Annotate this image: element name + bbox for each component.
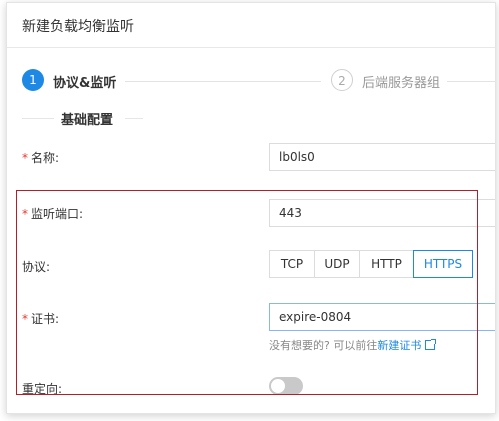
- protocol-option-udp[interactable]: UDP: [314, 250, 360, 278]
- redirect-label: 重定向:: [22, 382, 63, 396]
- certificate-hint: 没有想要的? 可以前往新建证书: [269, 337, 437, 353]
- name-input[interactable]: lb0ls0: [269, 143, 495, 171]
- create-listener-dialog: 新建负载均衡监听 1 协议&监听 2 后端服务器组 基础配置 * 名称: lb0l…: [6, 2, 496, 414]
- step-2-label[interactable]: 后端服务器组: [362, 72, 440, 91]
- dialog-header: 新建负载均衡监听: [7, 3, 495, 48]
- step-1-label: 协议&监听: [53, 76, 117, 91]
- redirect-toggle[interactable]: [269, 377, 303, 395]
- create-certificate-link[interactable]: 新建证书: [377, 339, 421, 352]
- external-link-icon[interactable]: [425, 339, 437, 350]
- protocol-option-tcp[interactable]: TCP: [269, 250, 315, 278]
- required-mark: *: [22, 312, 28, 326]
- step-2-indicator[interactable]: 2: [331, 69, 353, 91]
- required-mark: *: [22, 207, 28, 221]
- toggle-knob: [271, 379, 285, 393]
- dialog-title: 新建负载均衡监听: [22, 19, 134, 35]
- port-label: * 监听端口:: [22, 207, 84, 221]
- section-title: 基础配置: [61, 113, 114, 128]
- protocol-option-https[interactable]: HTTPS: [413, 250, 473, 278]
- step-1-indicator: 1: [22, 69, 44, 91]
- port-input[interactable]: 443: [269, 199, 495, 227]
- required-mark: *: [22, 151, 28, 165]
- section-divider-left: [22, 118, 54, 119]
- section-divider-right: [125, 118, 143, 119]
- protocol-selector: TCP UDP HTTP HTTPS: [269, 250, 473, 278]
- certificate-select[interactable]: expire-0804: [269, 303, 495, 331]
- step-connector-end: [447, 81, 495, 82]
- protocol-label: 协议:: [22, 260, 51, 274]
- certificate-label: * 证书:: [22, 312, 60, 326]
- name-label: * 名称:: [22, 151, 60, 165]
- protocol-option-http[interactable]: HTTP: [359, 250, 414, 278]
- step-connector: [125, 81, 321, 82]
